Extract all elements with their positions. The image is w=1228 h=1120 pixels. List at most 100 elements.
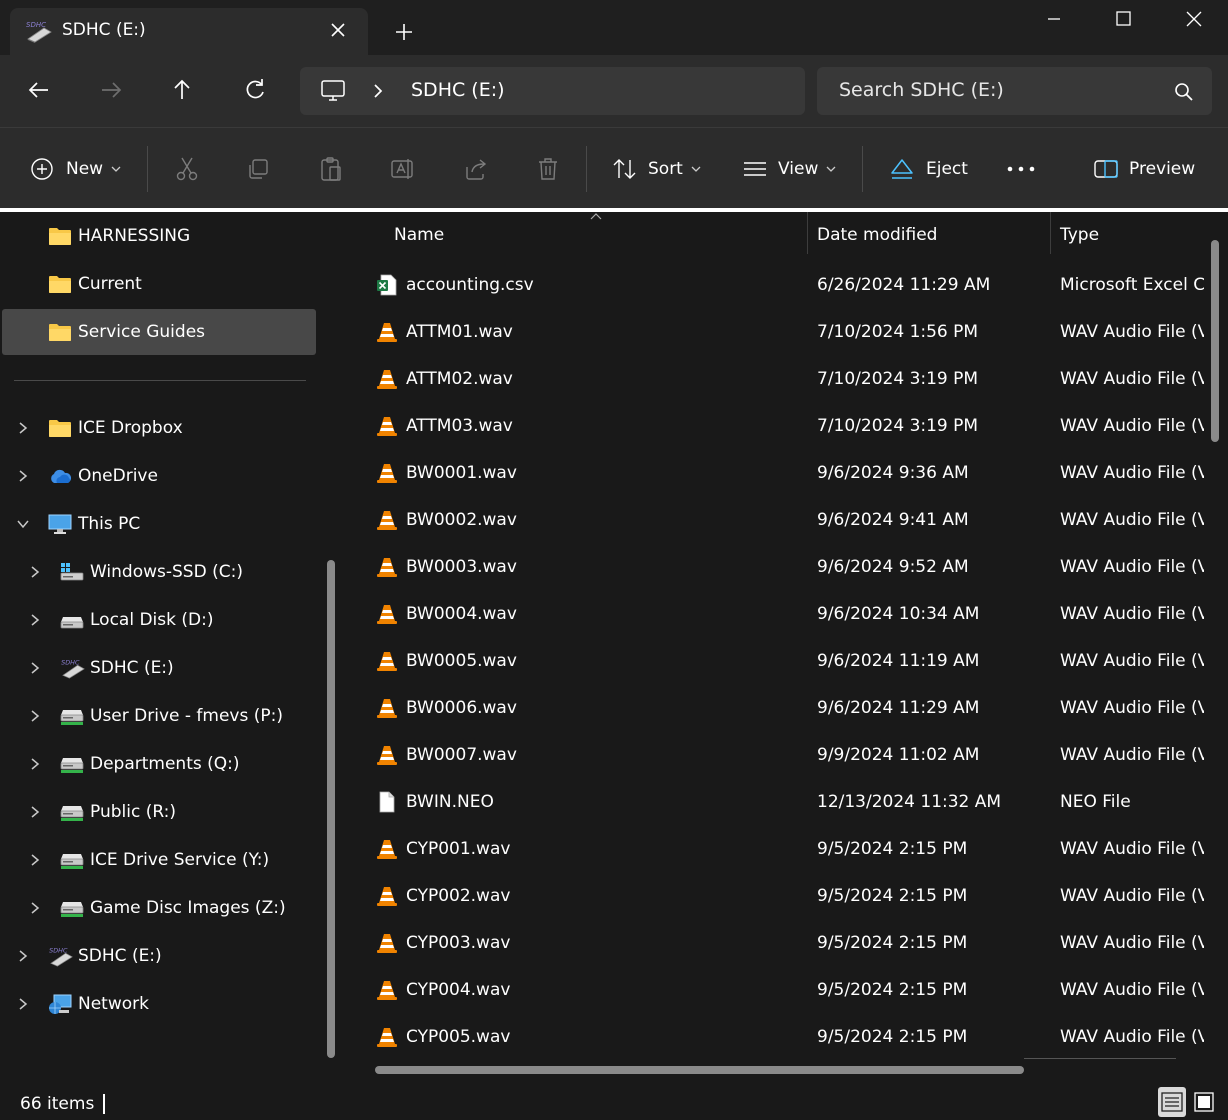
- sidebar-item[interactable]: SDHC SDHC (E:): [2, 933, 316, 979]
- view-button[interactable]: View: [742, 155, 836, 183]
- table-row[interactable]: CYP002.wav 9/5/2024 2:15 PM WAV Audio File…: [346, 873, 1216, 920]
- table-row[interactable]: CYP005.wav 9/5/2024 2:15 PM WAV Audio File…: [346, 1014, 1216, 1061]
- file-type: WAV Audio File (V: [1060, 322, 1204, 342]
- drive-icon: [60, 609, 84, 631]
- computer-icon[interactable]: [320, 79, 346, 103]
- network-drive-icon: [60, 753, 84, 775]
- chevron-right-icon[interactable]: [16, 469, 30, 483]
- sidebar-scrollbar[interactable]: [327, 560, 335, 1058]
- address-bar[interactable]: SDHC (E:): [300, 67, 805, 115]
- paste-button[interactable]: [319, 155, 343, 183]
- table-row[interactable]: BWIN.NEO 12/13/2024 11:32 AM NEO File: [346, 779, 1216, 826]
- sidebar-item[interactable]: Departments (Q:): [2, 741, 316, 787]
- chevron-right-icon[interactable]: [28, 709, 42, 723]
- table-row[interactable]: BW0006.wav 9/6/2024 11:29 AM WAV Audio Fil…: [346, 685, 1216, 732]
- address-path[interactable]: SDHC (E:): [411, 79, 505, 101]
- chevron-right-icon[interactable]: [28, 613, 42, 627]
- column-header-type[interactable]: Type: [1060, 225, 1099, 245]
- sidebar-item[interactable]: HARNESSING: [2, 213, 316, 259]
- table-row[interactable]: ATTM01.wav 7/10/2024 1:56 PM WAV Audio Fil…: [346, 309, 1216, 356]
- search-input[interactable]: Search SDHC (E:): [817, 67, 1212, 115]
- file-name: BW0001.wav: [406, 463, 517, 483]
- sidebar-item[interactable]: Current: [2, 261, 316, 307]
- column-resize-handle[interactable]: [807, 212, 808, 254]
- sidebar-item[interactable]: Public (R:): [2, 789, 316, 835]
- scissors-icon: [176, 157, 198, 181]
- eject-button[interactable]: Eject: [890, 155, 968, 183]
- vlc-icon: [376, 697, 398, 719]
- close-icon[interactable]: [326, 18, 350, 42]
- plus-icon[interactable]: [390, 18, 418, 46]
- chevron-right-icon[interactable]: [28, 661, 42, 675]
- chevron-right-icon[interactable]: [16, 421, 30, 435]
- tab-sdhc[interactable]: SDHC SDHC (E:): [10, 8, 368, 55]
- table-row[interactable]: BW0004.wav 9/6/2024 10:34 AM WAV Audio Fil…: [346, 591, 1216, 638]
- minimize-icon[interactable]: [1034, 4, 1074, 34]
- copy-button[interactable]: [246, 155, 270, 183]
- maximize-icon[interactable]: [1103, 4, 1143, 34]
- search-icon[interactable]: [1173, 81, 1195, 103]
- sidebar-item[interactable]: User Drive - fmevs (P:): [2, 693, 316, 739]
- sidebar-item[interactable]: Local Disk (D:): [2, 597, 316, 643]
- sidebar-item[interactable]: Game Disc Images (Z:): [2, 885, 316, 931]
- file-name: CYP002.wav: [406, 886, 511, 906]
- details-view-button[interactable]: [1158, 1087, 1186, 1117]
- folder-icon: [48, 273, 72, 295]
- cut-button[interactable]: [175, 155, 199, 183]
- table-row[interactable]: CYP001.wav 9/5/2024 2:15 PM WAV Audio File…: [346, 826, 1216, 873]
- sidebar-item[interactable]: Network: [2, 981, 316, 1027]
- tiles-view-button[interactable]: [1190, 1087, 1218, 1117]
- table-row[interactable]: ATTM02.wav 7/10/2024 3:19 PM WAV Audio Fil…: [346, 356, 1216, 403]
- file-date: 7/10/2024 1:56 PM: [817, 322, 979, 342]
- table-row[interactable]: BW0002.wav 9/6/2024 9:41 AM WAV Audio File…: [346, 497, 1216, 544]
- svg-text:SDHC: SDHC: [61, 658, 80, 666]
- table-row[interactable]: accounting.csv 6/26/2024 11:29 AM Microsof…: [346, 262, 1216, 309]
- file-type: WAV Audio File (V: [1060, 369, 1204, 389]
- sidebar-item[interactable]: Service Guides: [2, 309, 316, 355]
- chevron-right-icon[interactable]: [28, 757, 42, 771]
- chevron-right-icon[interactable]: [28, 853, 42, 867]
- back-icon[interactable]: [24, 75, 54, 105]
- column-header-date[interactable]: Date modified: [817, 225, 937, 245]
- sidebar-item[interactable]: SDHC SDHC (E:): [2, 645, 316, 691]
- sidebar-item[interactable]: OneDrive: [2, 453, 316, 499]
- table-row[interactable]: BW0005.wav 9/6/2024 11:19 AM WAV Audio Fil…: [346, 638, 1216, 685]
- forward-icon[interactable]: [96, 75, 126, 105]
- sidebar-item[interactable]: ICE Drive Service (Y:): [2, 837, 316, 883]
- window-close-icon[interactable]: [1174, 4, 1214, 34]
- file-list-horizontal-scrollbar[interactable]: [375, 1066, 1024, 1074]
- chevron-right-icon[interactable]: [28, 565, 42, 579]
- table-row[interactable]: ATTM03.wav 7/10/2024 3:19 PM WAV Audio Fil…: [346, 403, 1216, 450]
- up-icon[interactable]: [167, 75, 197, 105]
- chevron-down-icon[interactable]: [16, 517, 30, 531]
- chevron-right-icon[interactable]: [16, 949, 30, 963]
- preview-button[interactable]: Preview: [1093, 155, 1195, 183]
- delete-button[interactable]: [536, 155, 560, 183]
- refresh-icon[interactable]: [240, 75, 270, 105]
- chevron-right-icon[interactable]: [370, 82, 386, 100]
- navigation-pane[interactable]: HARNESSING Current Service Guides ICE Dropb…: [0, 212, 346, 1086]
- chevron-right-icon[interactable]: [16, 997, 30, 1011]
- table-row[interactable]: CYP004.wav 9/5/2024 2:15 PM WAV Audio File…: [346, 967, 1216, 1014]
- sidebar-item[interactable]: ICE Dropbox: [2, 405, 316, 451]
- table-row[interactable]: BW0003.wav 9/6/2024 9:52 AM WAV Audio File…: [346, 544, 1216, 591]
- svg-text:SDHC: SDHC: [26, 21, 46, 29]
- share-button[interactable]: [463, 155, 489, 183]
- new-button[interactable]: New: [30, 155, 121, 183]
- column-resize-handle[interactable]: [1050, 212, 1051, 254]
- sidebar-item[interactable]: This PC: [2, 501, 316, 547]
- table-row[interactable]: BW0001.wav 9/6/2024 9:36 AM WAV Audio File…: [346, 450, 1216, 497]
- file-date: 6/26/2024 11:29 AM: [817, 275, 991, 295]
- sort-button[interactable]: Sort: [612, 155, 701, 183]
- chevron-right-icon[interactable]: [28, 805, 42, 819]
- more-options-button[interactable]: [1006, 155, 1036, 183]
- rename-button[interactable]: [390, 155, 416, 183]
- sidebar-item[interactable]: Windows-SSD (C:): [2, 549, 316, 595]
- file-date: 9/6/2024 9:52 AM: [817, 557, 969, 577]
- chevron-right-icon[interactable]: [28, 901, 42, 915]
- table-row[interactable]: CYP003.wav 9/5/2024 2:15 PM WAV Audio File…: [346, 920, 1216, 967]
- file-type: NEO File: [1060, 792, 1131, 812]
- column-header-name[interactable]: Name: [394, 225, 444, 245]
- file-list[interactable]: Name Date modified Type accounting.csv 6/…: [346, 212, 1228, 1086]
- table-row[interactable]: BW0007.wav 9/9/2024 11:02 AM WAV Audio Fil…: [346, 732, 1216, 779]
